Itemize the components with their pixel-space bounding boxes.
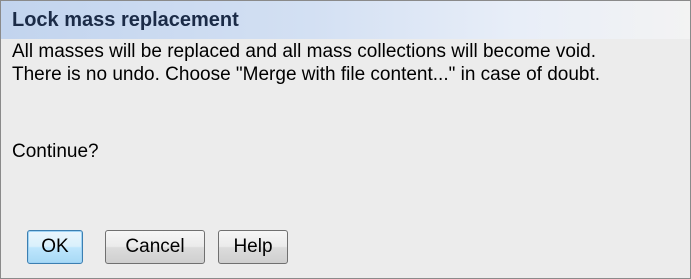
continue-question: Continue? (12, 141, 99, 162)
lock-mass-replacement-dialog: Lock mass replacement All masses will be… (0, 0, 691, 279)
dialog-title: Lock mass replacement (12, 9, 239, 31)
help-button[interactable]: Help (218, 230, 288, 264)
ok-button[interactable]: OK (27, 230, 83, 264)
message-line-2: There is no undo. Choose "Merge with fil… (12, 64, 601, 85)
message-line-1: All masses will be replaced and all mass… (12, 41, 596, 62)
dialog-title-bar[interactable]: Lock mass replacement (1, 1, 690, 39)
cancel-button[interactable]: Cancel (105, 230, 205, 264)
dialog-message: All masses will be replaced and all mass… (12, 40, 684, 86)
